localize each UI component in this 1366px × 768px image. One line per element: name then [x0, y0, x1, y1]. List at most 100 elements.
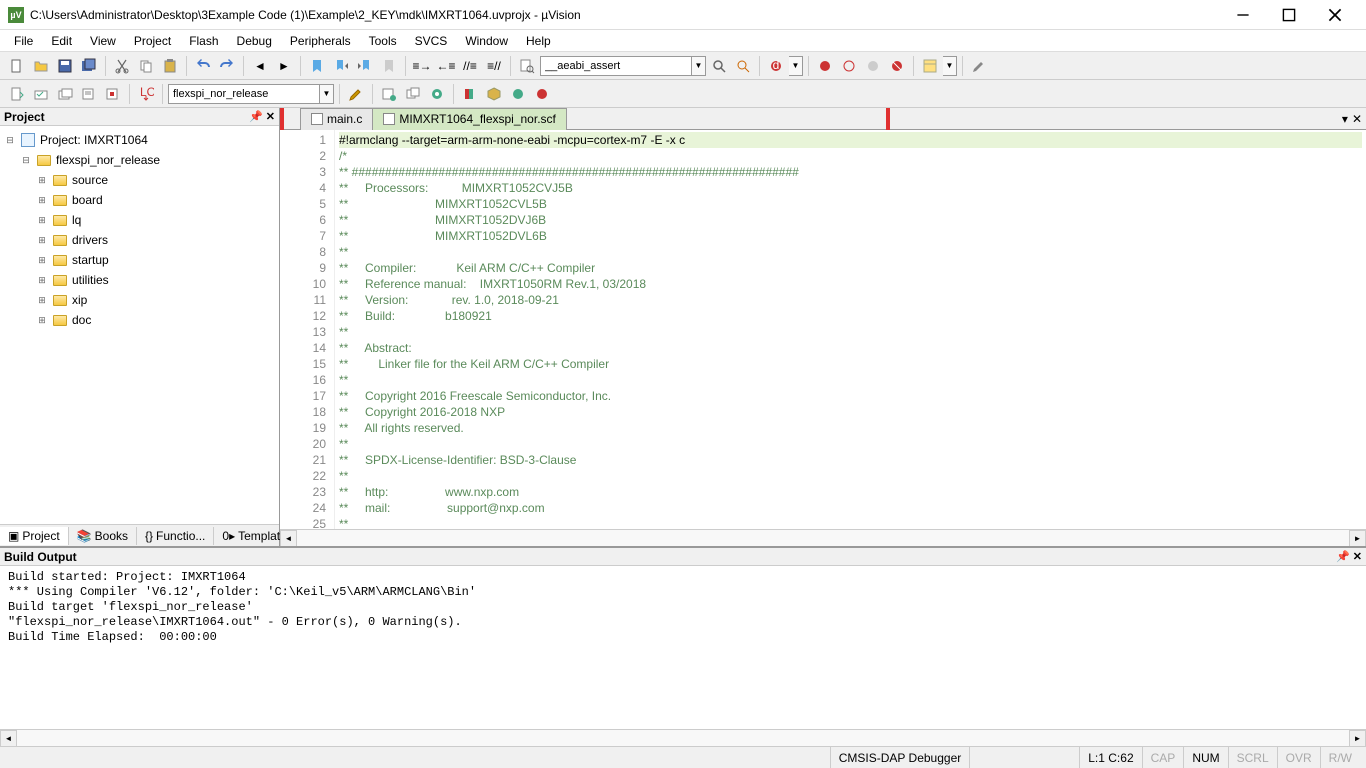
new-file-button[interactable]: [6, 55, 28, 77]
panel-tab-project[interactable]: ▣Project: [0, 527, 69, 545]
find-combo[interactable]: ▼: [540, 56, 706, 76]
build-output-content[interactable]: Build started: Project: IMXRT1064 *** Us…: [0, 566, 1366, 729]
editor-tab-scf[interactable]: MIMXRT1064_flexspi_nor.scf: [372, 108, 567, 130]
batch-build-button[interactable]: [78, 83, 100, 105]
pin-icon[interactable]: 📌 ✕: [249, 110, 275, 123]
code-content[interactable]: #!armclang --target=arm-arm-none-eabi -m…: [335, 130, 1366, 529]
undo-button[interactable]: [192, 55, 214, 77]
panel-tab-functions[interactable]: {}Functio...: [137, 527, 214, 545]
window-layout-dropdown[interactable]: ▼: [943, 56, 957, 76]
tree-toggle-icon[interactable]: ⊞: [36, 215, 48, 226]
tree-group-lq[interactable]: ⊞lq: [4, 210, 275, 230]
window-layout-button[interactable]: [919, 55, 941, 77]
scroll-left-button[interactable]: ◄: [280, 530, 297, 547]
tree-target[interactable]: ⊟ flexspi_nor_release: [4, 150, 275, 170]
code-editor[interactable]: 1234567891011121314151617181920212223242…: [280, 130, 1366, 529]
tree-toggle-icon[interactable]: ⊞: [36, 255, 48, 266]
close-button[interactable]: [1312, 0, 1358, 30]
save-button[interactable]: [54, 55, 76, 77]
tree-toggle-icon[interactable]: ⊞: [36, 275, 48, 286]
outdent-button[interactable]: ←≡: [435, 55, 457, 77]
tree-group-source[interactable]: ⊞source: [4, 170, 275, 190]
translate-button[interactable]: [6, 83, 28, 105]
tree-toggle-icon[interactable]: ⊟: [4, 135, 16, 146]
maximize-button[interactable]: [1266, 0, 1312, 30]
menu-file[interactable]: File: [6, 32, 41, 50]
comment-button[interactable]: //≡: [459, 55, 481, 77]
manage-project-button[interactable]: [378, 83, 400, 105]
output-scrollbar-h[interactable]: ◄ ►: [0, 729, 1366, 746]
find-dropdown-arrow[interactable]: ▼: [692, 56, 706, 76]
indent-button[interactable]: ≡→: [411, 55, 433, 77]
minimize-button[interactable]: [1220, 0, 1266, 30]
scroll-right-button[interactable]: ►: [1349, 530, 1366, 547]
find-button[interactable]: [708, 55, 730, 77]
tree-toggle-icon[interactable]: ⊞: [36, 195, 48, 206]
panel-tab-books[interactable]: 📚Books: [69, 527, 137, 545]
tree-toggle-icon[interactable]: ⊞: [36, 175, 48, 186]
find-in-files-button[interactable]: [516, 55, 538, 77]
editor-scrollbar-h[interactable]: ◄ ►: [280, 529, 1366, 546]
scroll-track[interactable]: [297, 530, 1349, 547]
tree-group-doc[interactable]: ⊞doc: [4, 310, 275, 330]
tree-group-startup[interactable]: ⊞startup: [4, 250, 275, 270]
debug-dropdown[interactable]: ▼: [789, 56, 803, 76]
menu-window[interactable]: Window: [457, 32, 516, 50]
target-select[interactable]: [168, 84, 320, 104]
editor-tab-main-c[interactable]: main.c: [300, 108, 373, 130]
breakpoint-enable-button[interactable]: [838, 55, 860, 77]
options-button[interactable]: [345, 83, 367, 105]
bookmark-prev-button[interactable]: [330, 55, 352, 77]
simulator-button[interactable]: [507, 83, 529, 105]
tree-toggle-icon[interactable]: ⊟: [20, 155, 32, 166]
target-dropdown-arrow[interactable]: ▼: [320, 84, 334, 104]
paste-button[interactable]: [159, 55, 181, 77]
manage-multiproject-button[interactable]: [402, 83, 424, 105]
debug-button[interactable]: d: [765, 55, 787, 77]
editor-close-icon[interactable]: ✕: [1352, 112, 1362, 126]
menu-peripherals[interactable]: Peripherals: [282, 32, 359, 50]
incremental-find-button[interactable]: [732, 55, 754, 77]
redo-button[interactable]: [216, 55, 238, 77]
nav-forward-button[interactable]: ►: [273, 55, 295, 77]
configure-button[interactable]: [968, 55, 990, 77]
tree-root[interactable]: ⊟ Project: IMXRT1064: [4, 130, 275, 150]
breakpoint-disable-button[interactable]: [862, 55, 884, 77]
menu-project[interactable]: Project: [126, 32, 179, 50]
editor-dropdown-icon[interactable]: ▾: [1342, 112, 1348, 126]
tree-group-drivers[interactable]: ⊞drivers: [4, 230, 275, 250]
target-combo[interactable]: ▼: [168, 84, 334, 104]
find-input[interactable]: [540, 56, 692, 76]
copy-button[interactable]: [135, 55, 157, 77]
manage-rte-button[interactable]: [426, 83, 448, 105]
build-button[interactable]: [30, 83, 52, 105]
nav-back-button[interactable]: ◄: [249, 55, 271, 77]
breakpoint-insert-button[interactable]: [814, 55, 836, 77]
keil-button[interactable]: [531, 83, 553, 105]
menu-edit[interactable]: Edit: [43, 32, 80, 50]
scroll-left-button[interactable]: ◄: [0, 730, 17, 747]
download-button[interactable]: LOAD: [135, 83, 157, 105]
menu-view[interactable]: View: [82, 32, 124, 50]
breakpoint-kill-button[interactable]: [886, 55, 908, 77]
scroll-track[interactable]: [17, 730, 1349, 747]
menu-svcs[interactable]: SVCS: [407, 32, 456, 50]
tree-group-utilities[interactable]: ⊞utilities: [4, 270, 275, 290]
books-button[interactable]: [459, 83, 481, 105]
tree-group-xip[interactable]: ⊞xip: [4, 290, 275, 310]
save-all-button[interactable]: [78, 55, 100, 77]
menu-tools[interactable]: Tools: [361, 32, 405, 50]
menu-debug[interactable]: Debug: [229, 32, 280, 50]
menu-help[interactable]: Help: [518, 32, 559, 50]
project-tree[interactable]: ⊟ Project: IMXRT1064 ⊟ flexspi_nor_relea…: [0, 126, 279, 524]
tree-group-board[interactable]: ⊞board: [4, 190, 275, 210]
bookmark-button[interactable]: [306, 55, 328, 77]
stop-build-button[interactable]: [102, 83, 124, 105]
tree-toggle-icon[interactable]: ⊞: [36, 295, 48, 306]
pack-installer-button[interactable]: [483, 83, 505, 105]
tree-toggle-icon[interactable]: ⊞: [36, 235, 48, 246]
rebuild-button[interactable]: [54, 83, 76, 105]
open-file-button[interactable]: [30, 55, 52, 77]
uncomment-button[interactable]: ≡//: [483, 55, 505, 77]
scroll-right-button[interactable]: ►: [1349, 730, 1366, 747]
